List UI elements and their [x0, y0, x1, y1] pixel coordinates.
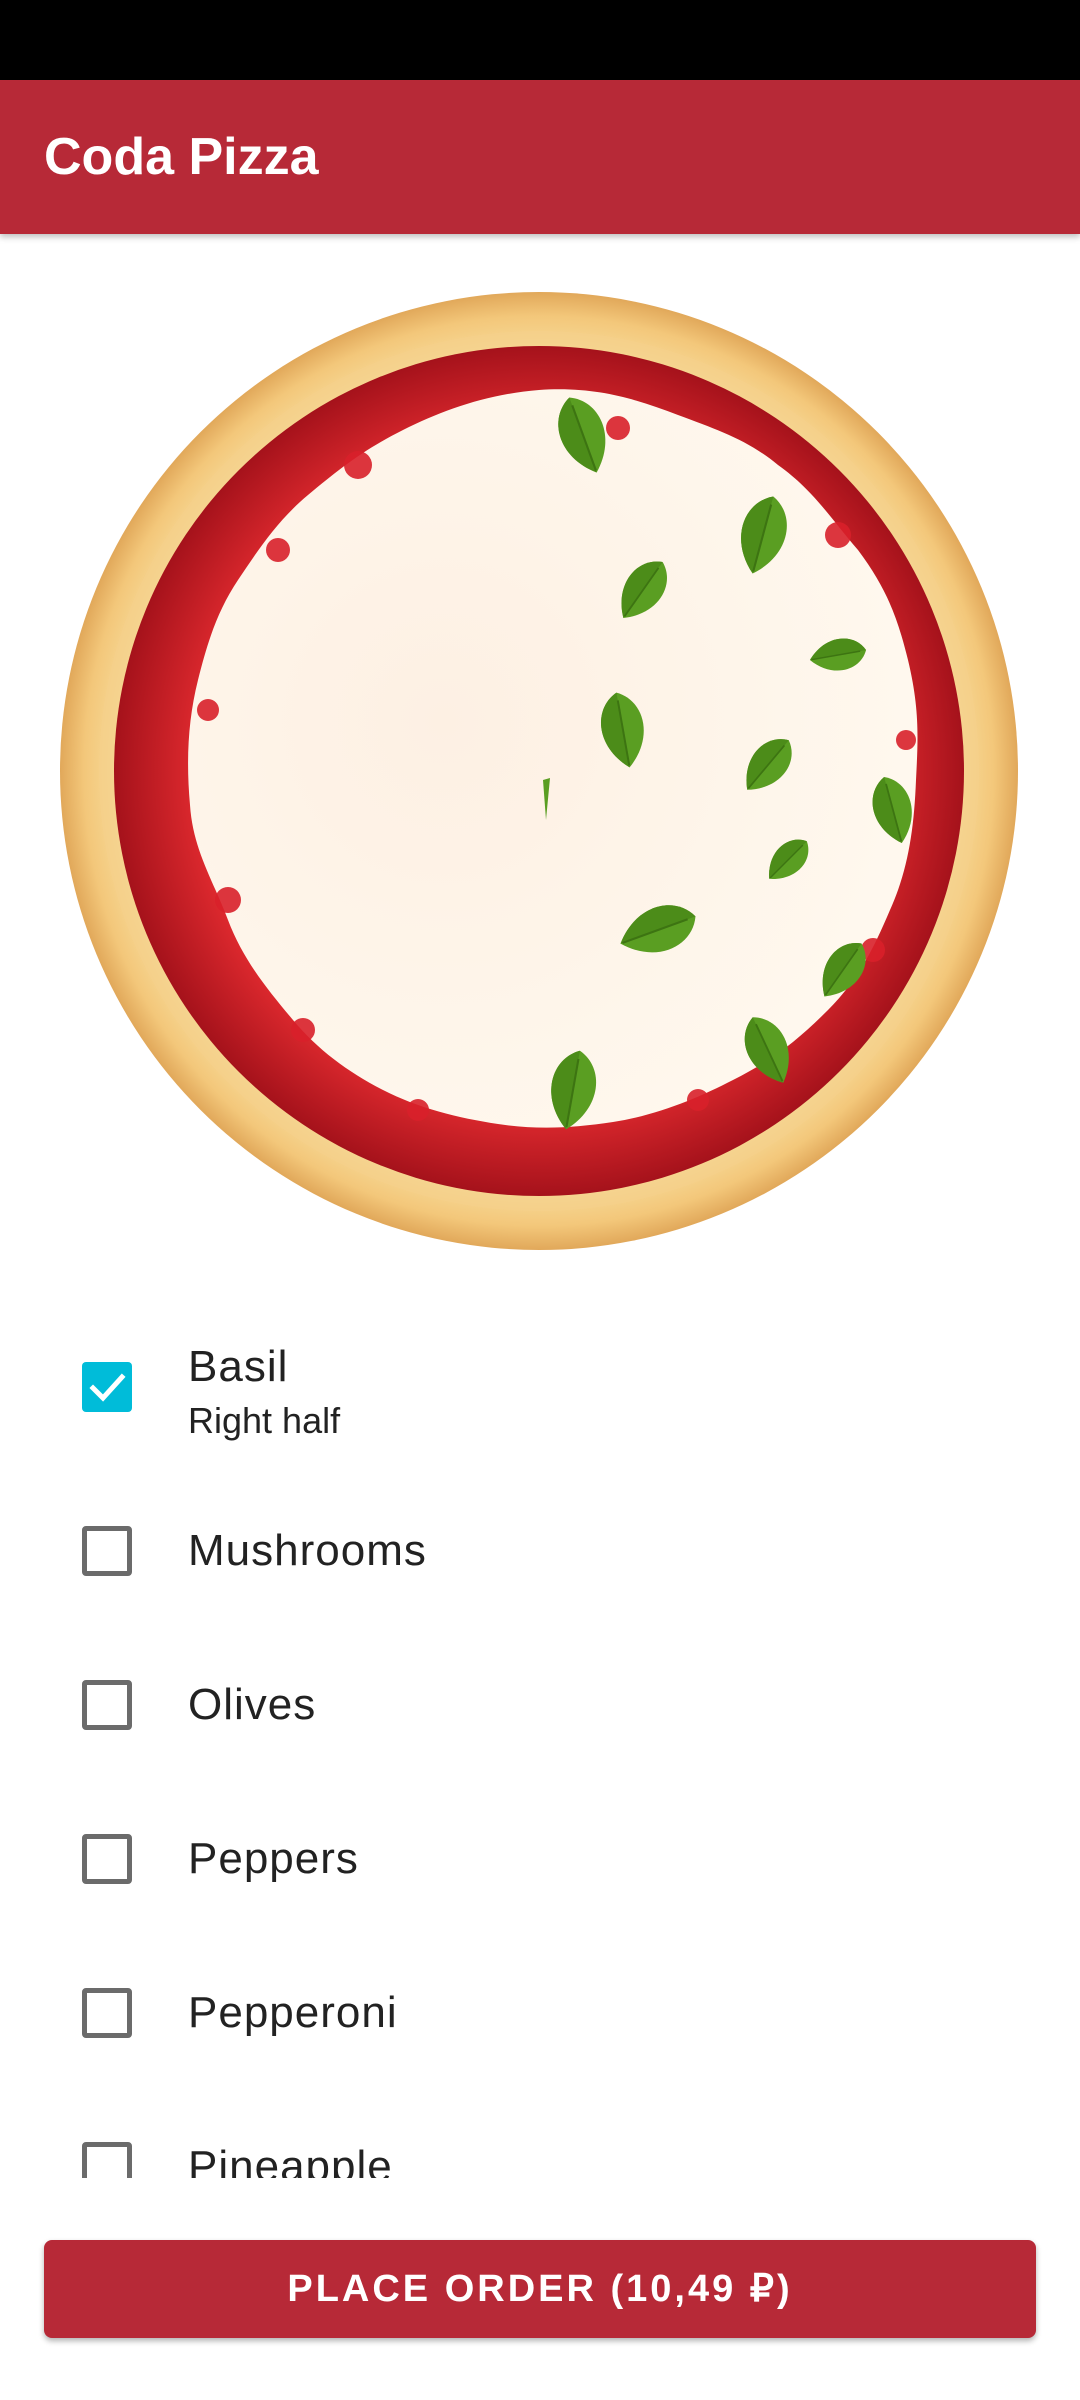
topping-row-olives[interactable]: Olives: [0, 1634, 1080, 1788]
pizza-preview: [58, 290, 1020, 1252]
topping-row-pineapple[interactable]: Pineapple: [0, 2096, 1080, 2178]
pineapple-checkbox[interactable]: [82, 2142, 132, 2178]
topping-name: Mushrooms: [188, 1526, 427, 1575]
topping-name: Olives: [188, 1680, 317, 1729]
topping-name: Pineapple: [188, 2142, 393, 2178]
status-bar: [0, 0, 1080, 80]
check-icon: [89, 1373, 126, 1402]
app-title: Coda Pizza: [44, 128, 319, 186]
mushrooms-checkbox[interactable]: [82, 1526, 132, 1576]
peppers-checkbox[interactable]: [82, 1834, 132, 1884]
topping-row-mushrooms[interactable]: Mushrooms: [0, 1480, 1080, 1634]
topping-name: Peppers: [188, 1834, 359, 1883]
topping-list[interactable]: Basil Right half Mushrooms Olives Pepper…: [0, 1310, 1080, 2178]
app-bar: Coda Pizza: [0, 80, 1080, 234]
basil-checkbox[interactable]: [82, 1362, 132, 1412]
topping-row-basil[interactable]: Basil Right half: [0, 1310, 1080, 1480]
pepperoni-checkbox[interactable]: [82, 1988, 132, 2038]
olives-checkbox[interactable]: [82, 1680, 132, 1730]
topping-row-peppers[interactable]: Peppers: [0, 1788, 1080, 1942]
topping-name: Basil: [188, 1342, 289, 1391]
topping-name: Pepperoni: [188, 1988, 398, 2037]
topping-placement: Right half: [188, 1400, 341, 1441]
pizza-image: [60, 292, 1018, 1250]
topping-row-pepperoni[interactable]: Pepperoni: [0, 1942, 1080, 2096]
place-order-button[interactable]: PLACE ORDER (10,49 ₽): [44, 2240, 1036, 2338]
